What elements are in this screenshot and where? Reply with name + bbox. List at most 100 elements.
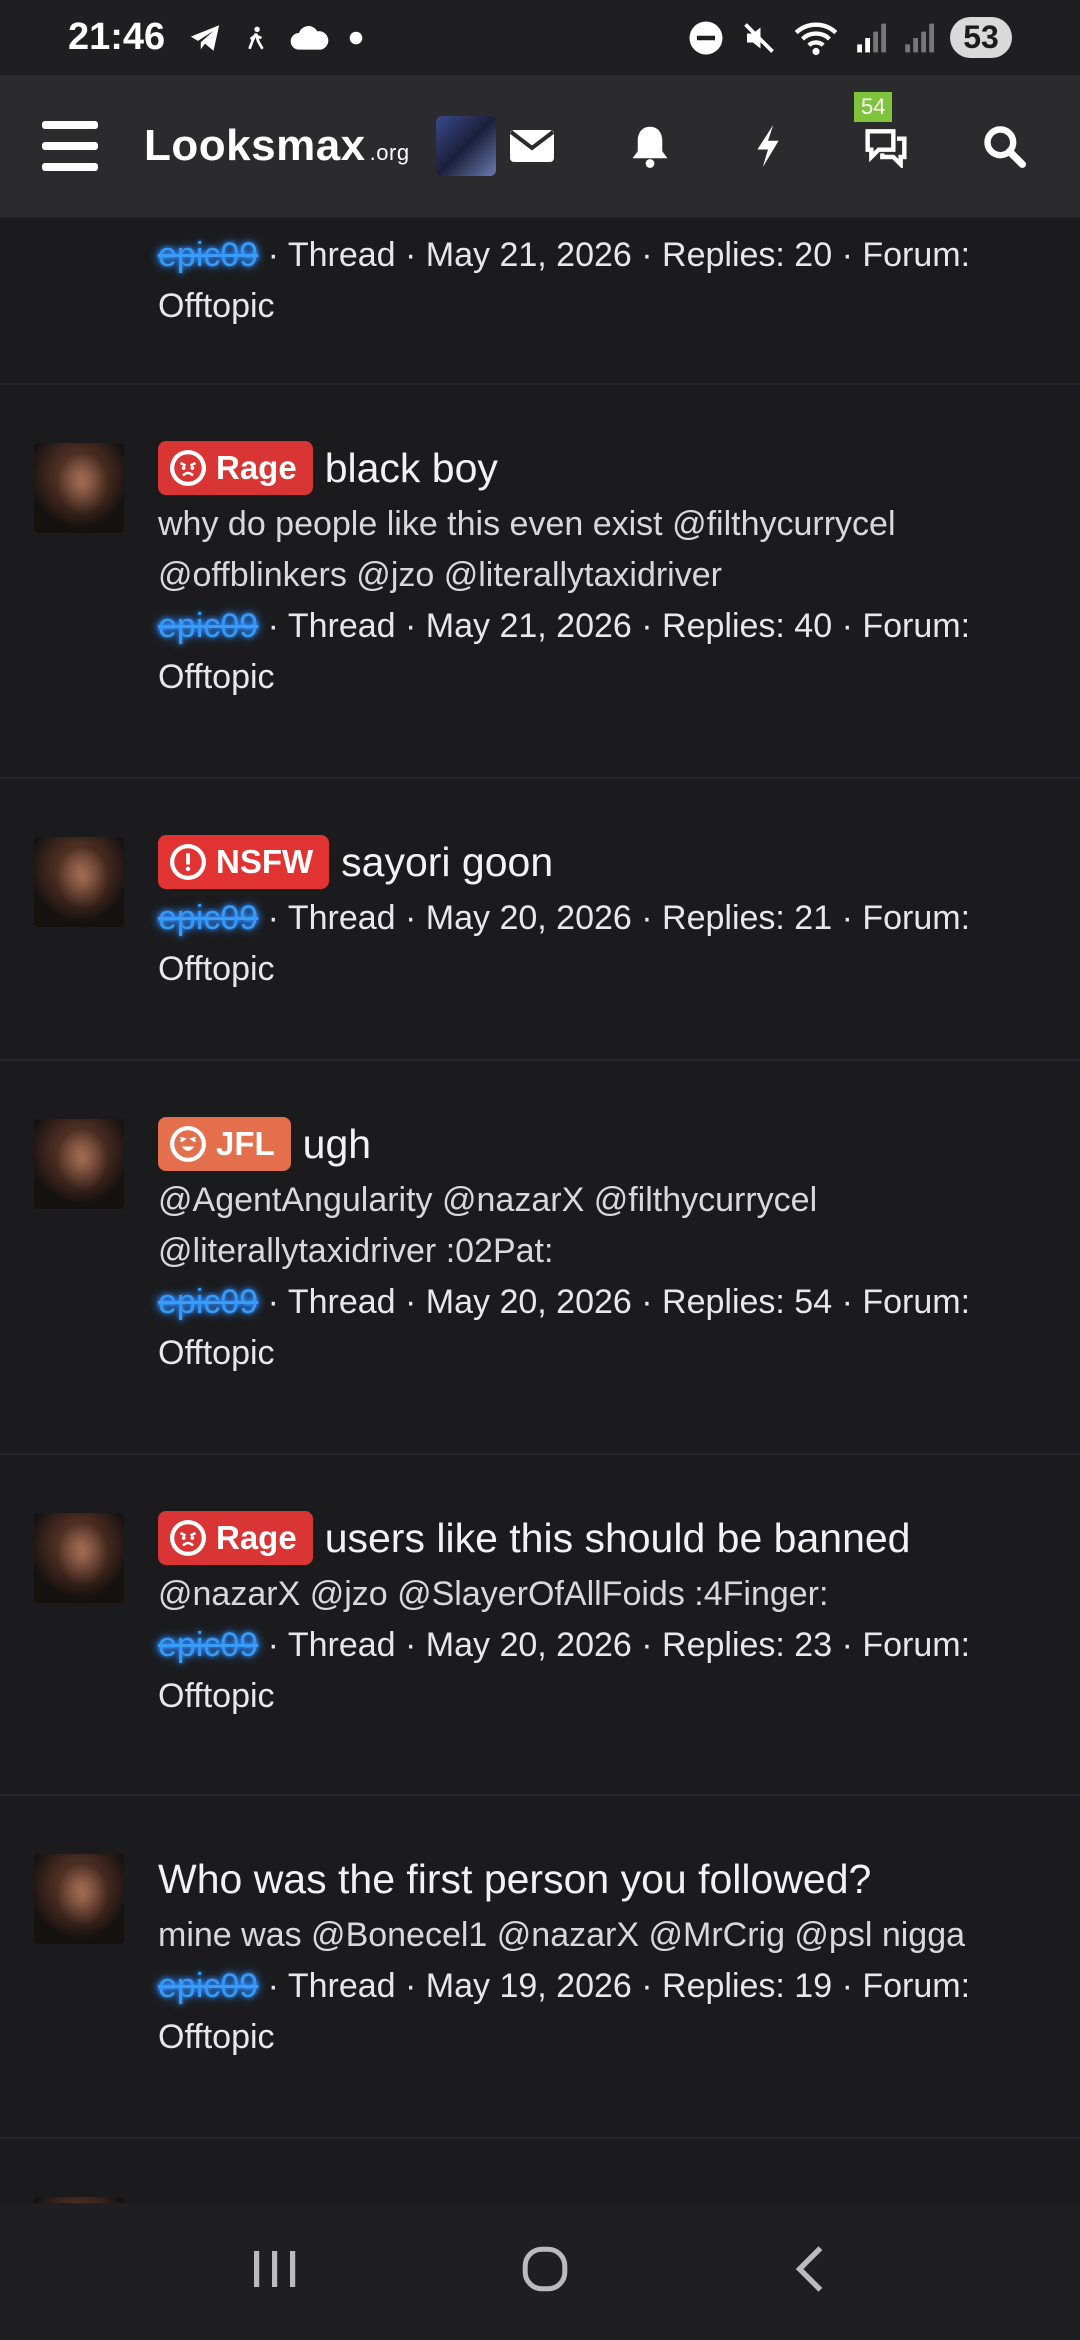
author-link[interactable]: epic09: [158, 1967, 258, 2005]
meta-date: May 20, 2026: [425, 1626, 632, 1664]
thread-meta: epic09 · Thread · May 20, 2026 · Replies…: [158, 1626, 971, 1715]
menu-icon[interactable]: [42, 121, 98, 171]
author-avatar[interactable]: [34, 1119, 124, 1209]
author-avatar[interactable]: [34, 837, 124, 927]
angry-face-icon: [170, 450, 206, 486]
thread-snippet: @nazarX @jzo @SlayerOfAllFoids :4Finger:: [158, 1575, 829, 1613]
thread-item[interactable]: Rage black boy why do people like this e…: [0, 385, 1080, 779]
forum-link[interactable]: Offtopic: [158, 2018, 275, 2056]
inbox-button[interactable]: [506, 120, 558, 172]
home-button[interactable]: [520, 2244, 570, 2299]
author-link[interactable]: epic09: [158, 607, 258, 645]
header-actions: 54: [506, 92, 1038, 172]
user-avatar[interactable]: [435, 116, 496, 176]
meta-forum-label: Forum:: [862, 1626, 971, 1664]
meta-replies: Replies: 54: [662, 1283, 833, 1321]
meta-forum-label: Forum:: [862, 236, 971, 274]
thread-title-line: NSFW sayori goon: [158, 835, 1040, 889]
prefix-badge-jfl[interactable]: JFL: [158, 1117, 291, 1171]
thread-title-line: Who was the first person you followed?: [158, 1852, 1040, 1906]
wifi-icon: [794, 22, 838, 55]
status-time: 21:46: [68, 16, 166, 58]
meta-date: May 20, 2026: [425, 1283, 632, 1321]
logo-suffix: .org: [369, 140, 410, 165]
home-icon: [522, 2246, 568, 2292]
site-header: Looksmax .org 54: [0, 75, 1080, 218]
meta-replies: Replies: 21: [662, 899, 833, 937]
status-bar: 21:46 53: [0, 0, 1080, 75]
prefix-label: Rage: [216, 1519, 297, 1556]
author-avatar[interactable]: [34, 1513, 124, 1603]
forum-link[interactable]: Offtopic: [158, 287, 275, 325]
recent-apps-button[interactable]: [250, 2247, 300, 2296]
prefix-badge-rage[interactable]: Rage: [158, 441, 313, 495]
angry-face-icon: [170, 1520, 206, 1556]
forum-link[interactable]: Offtopic: [158, 1334, 275, 1372]
meta-forum-label: Forum:: [862, 1967, 971, 2005]
meta-type: Thread: [287, 1283, 396, 1321]
thread-title[interactable]: ugh: [303, 1117, 371, 1171]
lightning-icon: [757, 124, 779, 168]
conversations-button[interactable]: 54: [854, 92, 912, 172]
back-button[interactable]: [790, 2244, 830, 2299]
thread-meta: epic09 · Thread · May 19, 2026 · Replies…: [158, 1967, 971, 2056]
whats-new-button[interactable]: [742, 120, 794, 172]
recent-apps-icon: [254, 2251, 296, 2287]
meta-type: Thread: [287, 607, 396, 645]
meta-replies: Replies: 40: [662, 607, 833, 645]
site-logo[interactable]: Looksmax .org: [144, 121, 410, 171]
status-system-icons: 53: [688, 17, 1012, 58]
meta-forum-label: Forum:: [862, 607, 971, 645]
dot-icon: [349, 31, 363, 44]
author-avatar[interactable]: [34, 1854, 124, 1944]
thread-snippet: @AgentAngularity @nazarX @filthycurrycel…: [158, 1181, 818, 1270]
cloud-icon: [290, 25, 329, 50]
search-button[interactable]: [978, 120, 1030, 172]
author-avatar[interactable]: [34, 443, 124, 533]
prefix-label: JFL: [216, 1125, 275, 1162]
telegram-icon: [191, 24, 220, 51]
meta-date: May 20, 2026: [425, 899, 632, 937]
thread-meta: epic09 · Thread · May 21, 2026 · Replies…: [158, 236, 971, 325]
conversations-badge: 54: [854, 92, 893, 122]
thread-title-line: Rage users like this should be banned: [158, 1511, 1040, 1565]
meta-date: May 21, 2026: [425, 607, 632, 645]
alerts-button[interactable]: [624, 120, 676, 172]
author-link[interactable]: epic09: [158, 899, 258, 937]
screen: 21:46 53 Looksmax .org 54 epic09 · Threa…: [0, 0, 1080, 2340]
thread-title[interactable]: black boy: [325, 441, 498, 495]
signal-icon-2: [905, 23, 934, 52]
thread-item[interactable]: epic09 · Thread · May 21, 2026 · Replies…: [0, 218, 1080, 385]
dnd-icon: [689, 21, 723, 54]
thread-item[interactable]: JFL ugh @AgentAngularity @nazarX @filthy…: [0, 1061, 1080, 1455]
author-link[interactable]: epic09: [158, 236, 258, 274]
system-navigation-bar: [0, 2203, 1080, 2340]
laughing-face-icon: [170, 1126, 206, 1162]
meta-date: May 21, 2026: [425, 236, 632, 274]
author-link[interactable]: epic09: [158, 1626, 258, 1664]
walking-icon: [248, 26, 264, 50]
meta-replies: Replies: 23: [662, 1626, 833, 1664]
battery-indicator: 53: [950, 17, 1012, 58]
author-link[interactable]: epic09: [158, 1283, 258, 1321]
thread-title[interactable]: Who was the first person you followed?: [158, 1852, 871, 1906]
meta-type: Thread: [287, 1626, 396, 1664]
thread-item[interactable]: Who was the first person you followed? m…: [0, 1796, 1080, 2139]
forum-link[interactable]: Offtopic: [158, 950, 275, 988]
prefix-badge-rage[interactable]: Rage: [158, 1511, 313, 1565]
forum-link[interactable]: Offtopic: [158, 658, 275, 696]
thread-title[interactable]: sayori goon: [341, 835, 553, 889]
mute-icon: [744, 22, 774, 53]
thread-snippet: why do people like this even exist @filt…: [158, 505, 896, 594]
meta-type: Thread: [287, 1967, 396, 2005]
thread-item[interactable]: Rage users like this should be banned @n…: [0, 1455, 1080, 1796]
meta-replies: Replies: 20: [662, 236, 833, 274]
forum-link[interactable]: Offtopic: [158, 1677, 275, 1715]
chat-bubbles-icon: [865, 129, 907, 168]
thread-title[interactable]: users like this should be banned: [325, 1511, 911, 1565]
thread-snippet: mine was @Bonecel1 @nazarX @MrCrig @psl …: [158, 1916, 966, 1954]
thread-item[interactable]: NSFW sayori goon epic09 · Thread · May 2…: [0, 779, 1080, 1061]
prefix-label: Rage: [216, 449, 297, 486]
prefix-label: NSFW: [216, 843, 314, 880]
prefix-badge-nsfw[interactable]: NSFW: [158, 835, 330, 889]
